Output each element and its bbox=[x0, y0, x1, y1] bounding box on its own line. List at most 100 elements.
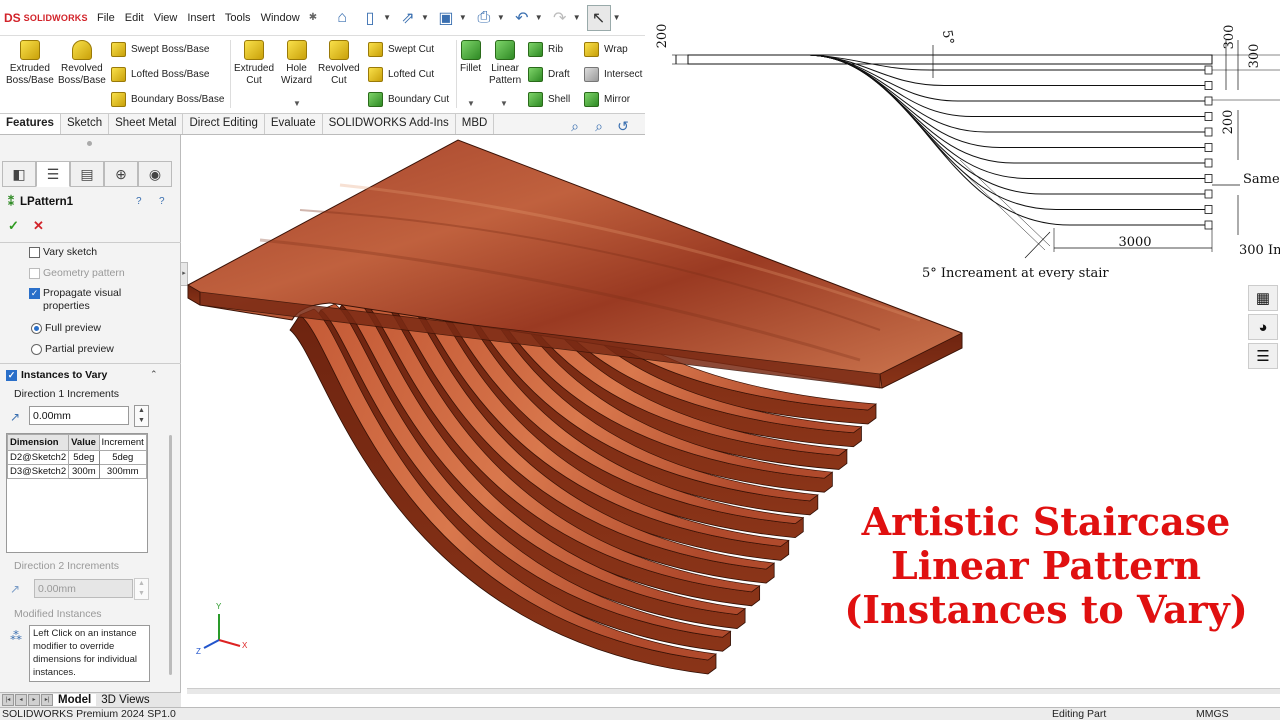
chevron-down-icon[interactable]: ▼ bbox=[573, 13, 581, 22]
propagate-visual-option[interactable]: ✓ Propagate visual properties bbox=[29, 287, 121, 313]
geometry-pattern-checkbox[interactable] bbox=[29, 268, 40, 279]
whats-wrong-icon[interactable]: ? bbox=[136, 196, 142, 207]
direction1-increment-field[interactable]: 0.00mm bbox=[29, 406, 129, 425]
chevron-down-icon[interactable]: ▼ bbox=[497, 13, 505, 22]
grip-dot[interactable] bbox=[87, 141, 92, 146]
mirror-button[interactable]: Mirror bbox=[584, 90, 630, 108]
instances-to-vary-group[interactable]: ✓ Instances to Vary bbox=[6, 369, 107, 381]
menu-file[interactable]: File bbox=[92, 12, 120, 24]
property-manager-icon[interactable]: ☰ bbox=[36, 161, 70, 187]
tab-evaluate[interactable]: Evaluate bbox=[265, 114, 323, 134]
dimxpert-icon[interactable]: ⊕ bbox=[104, 161, 138, 187]
cancel-button[interactable]: ✕ bbox=[33, 218, 44, 234]
pin-icon[interactable]: ✱ bbox=[309, 12, 317, 23]
appearances-icon[interactable]: ◕ bbox=[1248, 314, 1278, 340]
chevron-down-icon[interactable]: ▼ bbox=[293, 99, 301, 108]
direction1-spinner[interactable]: ▲ ▼ bbox=[134, 405, 149, 427]
rib-button[interactable]: Rib bbox=[528, 40, 563, 58]
chevron-down-icon[interactable]: ▼ bbox=[535, 13, 543, 22]
first-tab-icon[interactable]: |◂ bbox=[2, 694, 14, 706]
propagate-visual-checkbox[interactable]: ✓ bbox=[29, 288, 40, 299]
tab-sheet-metal[interactable]: Sheet Metal bbox=[109, 114, 184, 134]
full-preview-option[interactable]: Full preview bbox=[31, 322, 101, 335]
partial-preview-option[interactable]: Partial preview bbox=[31, 343, 114, 356]
chevron-down-icon[interactable]: ▼ bbox=[467, 99, 475, 108]
boundary-boss-button[interactable]: Boundary Boss/Base bbox=[111, 90, 224, 108]
tab-sketch[interactable]: Sketch bbox=[61, 114, 110, 134]
chevron-down-icon[interactable]: ▼ bbox=[500, 99, 508, 108]
print-icon[interactable]: ⎙ bbox=[473, 7, 495, 29]
hole-wizard-button[interactable]: Hole Wizard bbox=[281, 40, 312, 87]
next-tab-icon[interactable]: ▸ bbox=[28, 694, 40, 706]
horizontal-scrollbar[interactable] bbox=[187, 688, 1280, 694]
swept-boss-button[interactable]: Swept Boss/Base bbox=[111, 40, 209, 58]
shell-button[interactable]: Shell bbox=[528, 90, 570, 108]
previous-view-icon[interactable]: ↺ bbox=[614, 117, 632, 135]
zoom-to-fit-icon[interactable]: ⌕ bbox=[566, 117, 584, 135]
direction2-increment-field[interactable]: 0.00mm bbox=[34, 579, 133, 598]
tab-addins[interactable]: SOLIDWORKS Add-Ins bbox=[323, 114, 456, 134]
menu-edit[interactable]: Edit bbox=[120, 12, 149, 24]
instances-to-vary-checkbox[interactable]: ✓ bbox=[6, 370, 17, 381]
previous-tab-icon[interactable]: ◂ bbox=[15, 694, 27, 706]
increment-cell[interactable]: 300mm bbox=[98, 464, 148, 479]
menu-window[interactable]: Window bbox=[256, 12, 305, 24]
home-icon[interactable]: ⌂ bbox=[331, 7, 353, 29]
geometry-pattern-option[interactable]: Geometry pattern bbox=[29, 267, 125, 280]
lofted-boss-button[interactable]: Lofted Boss/Base bbox=[111, 65, 209, 83]
intersect-button[interactable]: Intersect bbox=[584, 65, 642, 83]
menu-insert[interactable]: Insert bbox=[182, 12, 220, 24]
tab-direct-editing[interactable]: Direct Editing bbox=[183, 114, 265, 134]
linear-pattern-button[interactable]: Linear Pattern bbox=[489, 40, 521, 87]
revolved-boss-button[interactable]: Revolved Boss/Base bbox=[58, 40, 106, 87]
tab-model[interactable]: Model bbox=[53, 694, 97, 706]
value-cell[interactable]: 5deg bbox=[68, 450, 100, 465]
swept-cut-button[interactable]: Swept Cut bbox=[368, 40, 434, 58]
unit-system[interactable]: MMGS bbox=[1196, 708, 1229, 720]
vary-sketch-option[interactable]: Vary sketch bbox=[29, 246, 97, 259]
extruded-cut-button[interactable]: Extruded Cut bbox=[234, 40, 274, 87]
vary-sketch-checkbox[interactable] bbox=[29, 247, 40, 258]
partial-preview-radio[interactable] bbox=[31, 344, 42, 355]
direction2-spinner[interactable]: ▲ ▼ bbox=[134, 578, 149, 600]
select-arrow-icon[interactable]: ↖ bbox=[586, 4, 611, 31]
collapse-icon[interactable]: ⌃ bbox=[150, 369, 158, 380]
fillet-button[interactable]: Fillet bbox=[460, 40, 481, 75]
custom-properties-icon[interactable]: ☰ bbox=[1248, 343, 1278, 369]
lofted-cut-button[interactable]: Lofted Cut bbox=[368, 65, 434, 83]
solidworks-logo[interactable]: DS SOLIDWORKS bbox=[4, 11, 92, 25]
revolved-cut-button[interactable]: Revolved Cut bbox=[318, 40, 360, 87]
tab-mbd[interactable]: MBD bbox=[456, 114, 495, 134]
table-row[interactable]: D3@Sketch2 300m 300mm bbox=[6, 464, 148, 479]
display-manager-icon[interactable]: ◉ bbox=[138, 161, 172, 187]
chevron-down-icon[interactable]: ▼ bbox=[459, 13, 467, 22]
chevron-down-icon[interactable]: ▼ bbox=[383, 13, 391, 22]
table-row[interactable]: D2@Sketch2 5deg 5deg bbox=[6, 450, 148, 465]
menu-view[interactable]: View bbox=[149, 12, 183, 24]
wrap-button[interactable]: Wrap bbox=[584, 40, 628, 58]
boundary-cut-button[interactable]: Boundary Cut bbox=[368, 90, 449, 108]
redo-icon[interactable]: ↷ bbox=[549, 7, 571, 29]
tab-3d-views[interactable]: 3D Views bbox=[96, 694, 154, 706]
menu-tools[interactable]: Tools bbox=[220, 12, 256, 24]
full-preview-radio[interactable] bbox=[31, 323, 42, 334]
new-document-icon[interactable]: ▯ bbox=[359, 7, 381, 29]
ok-button[interactable]: ✓ bbox=[8, 218, 19, 234]
feature-manager-icon[interactable]: ◧ bbox=[2, 161, 36, 187]
value-cell[interactable]: 300m bbox=[68, 464, 100, 479]
pm-scrollbar[interactable] bbox=[169, 435, 172, 675]
chevron-down-icon[interactable]: ▼ bbox=[613, 13, 621, 22]
draft-button[interactable]: Draft bbox=[528, 65, 570, 83]
increment-cell[interactable]: 5deg bbox=[98, 450, 148, 465]
zoom-to-area-icon[interactable]: ⌕ bbox=[590, 117, 608, 135]
design-library-icon[interactable]: ▦ bbox=[1248, 285, 1278, 311]
configuration-manager-icon[interactable]: ▤ bbox=[70, 161, 104, 187]
chevron-down-icon[interactable]: ▼ bbox=[421, 13, 429, 22]
save-icon[interactable]: ▣ bbox=[435, 7, 457, 29]
last-tab-icon[interactable]: ▸| bbox=[41, 694, 53, 706]
undo-icon[interactable]: ↶ bbox=[511, 7, 533, 29]
help-icon[interactable]: ? bbox=[159, 196, 165, 207]
open-icon[interactable]: ⇗ bbox=[397, 7, 419, 29]
extruded-boss-button[interactable]: Extruded Boss/Base bbox=[6, 40, 54, 87]
tab-features[interactable]: Features bbox=[0, 114, 61, 134]
